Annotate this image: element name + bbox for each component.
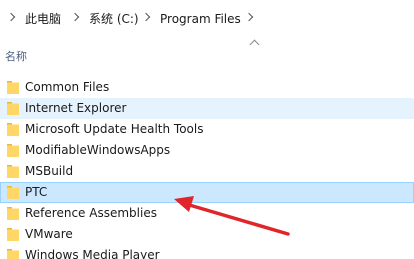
breadcrumb-this-pc[interactable]: 此电脑 [25, 11, 61, 27]
folder-icon [7, 81, 19, 94]
breadcrumb-program-files[interactable]: Program Files [160, 11, 241, 27]
list-item[interactable]: VMware [0, 224, 414, 245]
file-name: Windows Media Player [25, 248, 160, 259]
list-item[interactable]: Common Files [0, 77, 414, 98]
folder-icon [7, 249, 19, 259]
folder-icon [7, 102, 19, 115]
breadcrumb-system-drive[interactable]: 系统 (C:) [89, 11, 139, 27]
file-name: PTC [25, 185, 48, 199]
file-name: MSBuild [25, 164, 74, 178]
chevron-right-icon[interactable] [244, 12, 254, 22]
chevron-right-icon[interactable] [141, 12, 151, 22]
folder-icon [7, 165, 19, 178]
chevron-right-icon[interactable] [70, 12, 80, 22]
list-item[interactable]: MSBuild [0, 161, 414, 182]
list-item[interactable]: Windows Media Player [0, 245, 414, 259]
file-name: Common Files [25, 80, 110, 94]
file-name: Internet Explorer [25, 101, 127, 115]
list-item[interactable]: Internet Explorer [0, 98, 414, 119]
file-name: ModifiableWindowsApps [25, 143, 171, 157]
file-name: Reference Assemblies [25, 206, 157, 220]
list-item[interactable]: Reference Assemblies [0, 203, 414, 224]
folder-icon [7, 144, 19, 157]
file-explorer-window: 此电脑 系统 (C:) Program Files 名称 Common File… [0, 0, 414, 259]
folder-icon [7, 186, 19, 199]
chevron-right-icon[interactable] [6, 12, 16, 22]
list-item[interactable]: Microsoft Update Health Tools [0, 119, 414, 140]
folder-icon [7, 228, 19, 241]
list-item[interactable]: PTC [0, 182, 414, 203]
folder-icon [7, 123, 19, 136]
column-header: 名称 [0, 36, 414, 74]
file-name: Microsoft Update Health Tools [25, 122, 204, 136]
file-name: VMware [25, 227, 73, 241]
list-item[interactable]: ModifiableWindowsApps [0, 140, 414, 161]
column-header-name[interactable]: 名称 [5, 50, 27, 64]
address-bar[interactable]: 此电脑 系统 (C:) Program Files [0, 0, 414, 37]
folder-icon [7, 207, 19, 220]
chevron-up-icon [249, 39, 260, 50]
